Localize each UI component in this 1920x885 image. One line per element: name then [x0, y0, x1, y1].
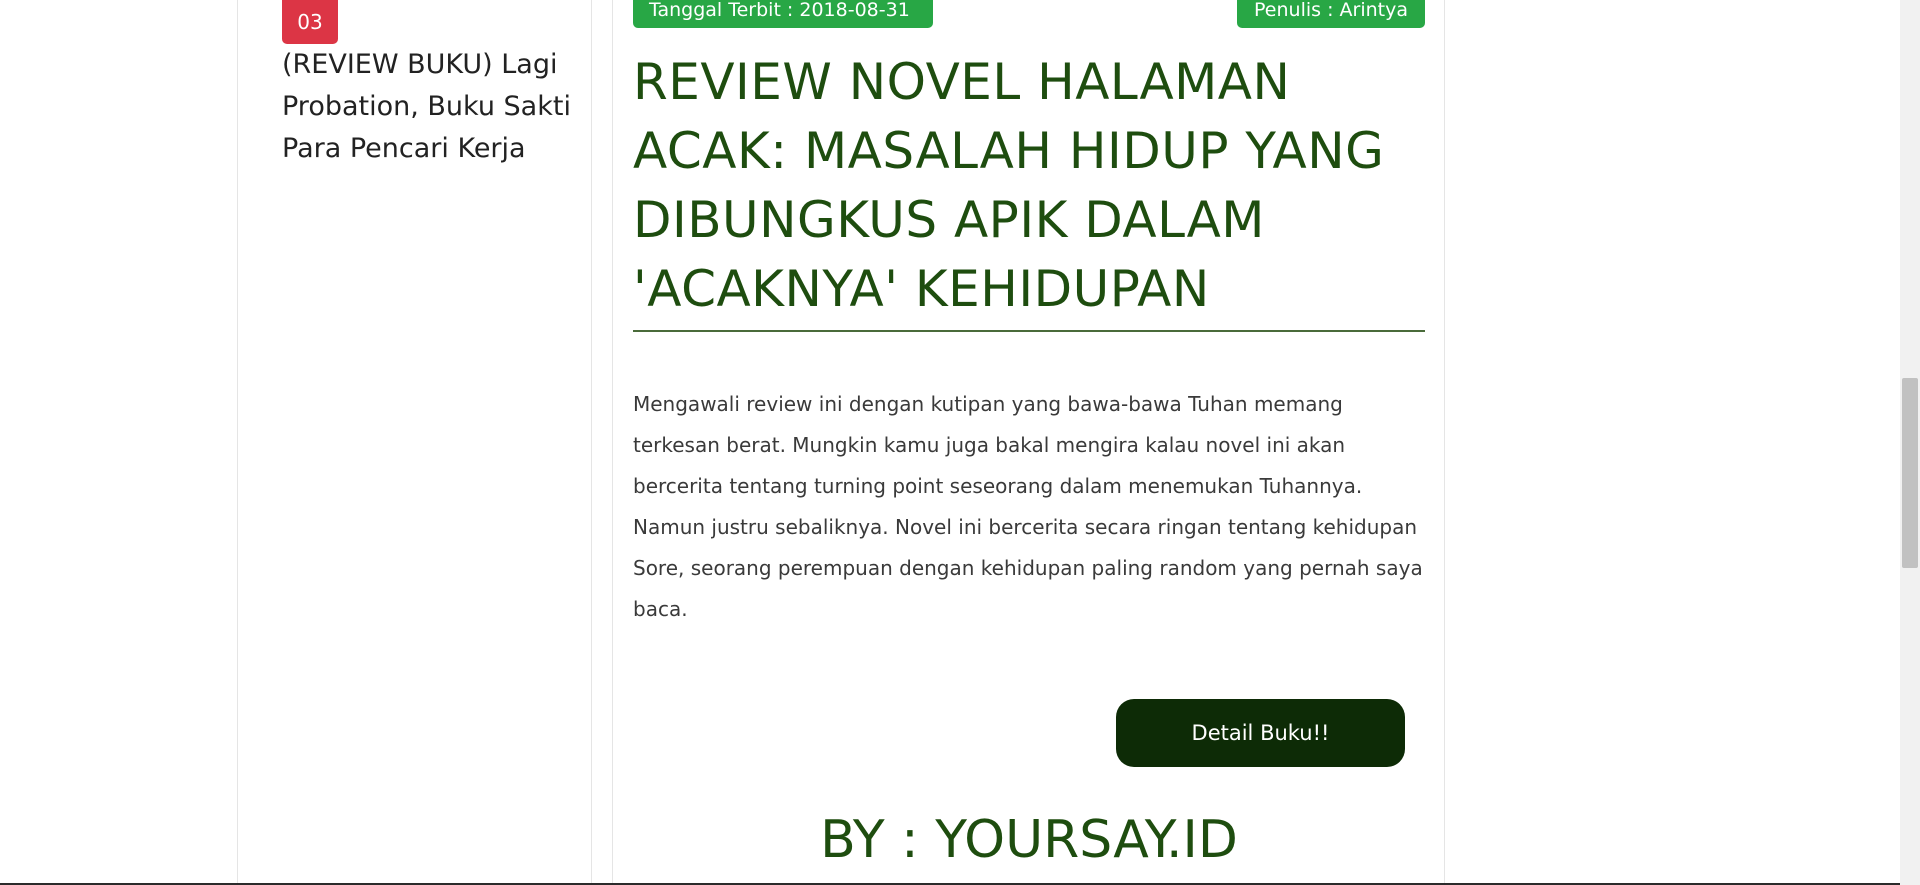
article-title: REVIEW NOVEL HALAMAN ACAK: MASALAH HIDUP… [633, 53, 1385, 318]
source-credit: BY : YOURSAY.ID [820, 810, 1238, 870]
detail-book-button[interactable]: Detail Buku!! [1116, 699, 1405, 767]
sidebar-article-link[interactable]: (REVIEW BUKU) Lagi Probation, Buku Sakti… [282, 44, 572, 170]
publish-date-badge: Tanggal Terbit : 2018-08-31 [633, 0, 933, 28]
page: 03 (REVIEW BUKU) Lagi Probation, Buku Sa… [0, 0, 1920, 885]
title-divider [633, 330, 1425, 332]
article-excerpt: Mengawali review ini dengan kutipan yang… [633, 392, 1423, 621]
rank-badge: 03 [282, 0, 338, 44]
author-badge: Penulis : Arintya [1237, 0, 1425, 28]
scrollbar-thumb[interactable] [1902, 378, 1918, 568]
